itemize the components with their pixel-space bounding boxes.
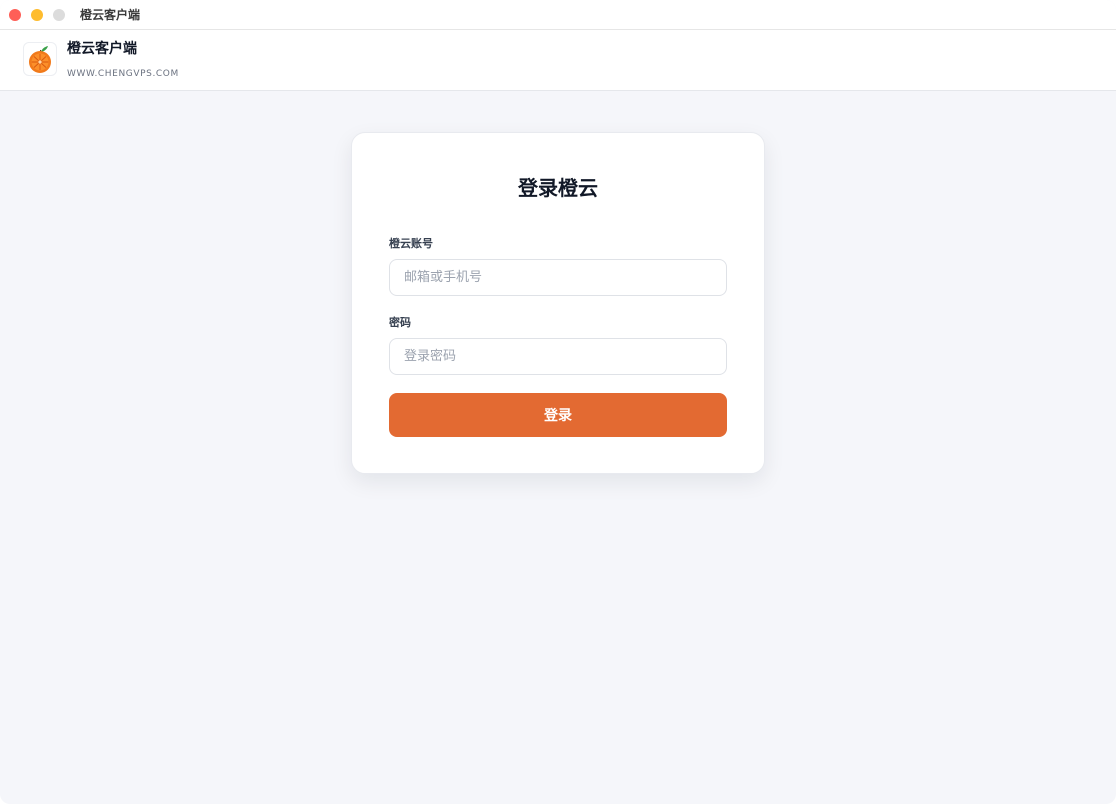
title-bar: 橙云客户端	[0, 0, 1116, 30]
close-window-button[interactable]	[9, 9, 21, 21]
window-title: 橙云客户端	[80, 8, 141, 22]
account-input[interactable]	[389, 259, 727, 296]
maximize-window-button[interactable]	[53, 9, 65, 21]
app-name: 橙云客户端	[67, 41, 137, 57]
password-input[interactable]	[389, 338, 727, 375]
orange-fruit-icon	[29, 46, 51, 73]
app-header: 橙云客户端 WWW.CHENGVPS.COM	[0, 30, 1116, 91]
app-logo	[23, 42, 57, 76]
app-window: 橙云客户端 橙云客户端 WWW.CHENGVPS.COM 登录橙云 橙云账号 邮…	[0, 0, 1116, 804]
login-card: 登录橙云 橙云账号 密码 登录	[351, 132, 765, 474]
account-label: 橙云账号	[389, 237, 433, 250]
login-title: 登录橙云	[518, 176, 598, 200]
login-button[interactable]: 登录	[389, 393, 727, 437]
minimize-window-button[interactable]	[31, 9, 43, 21]
password-label: 密码	[389, 316, 411, 329]
app-url: WWW.CHENGVPS.COM	[67, 69, 179, 79]
